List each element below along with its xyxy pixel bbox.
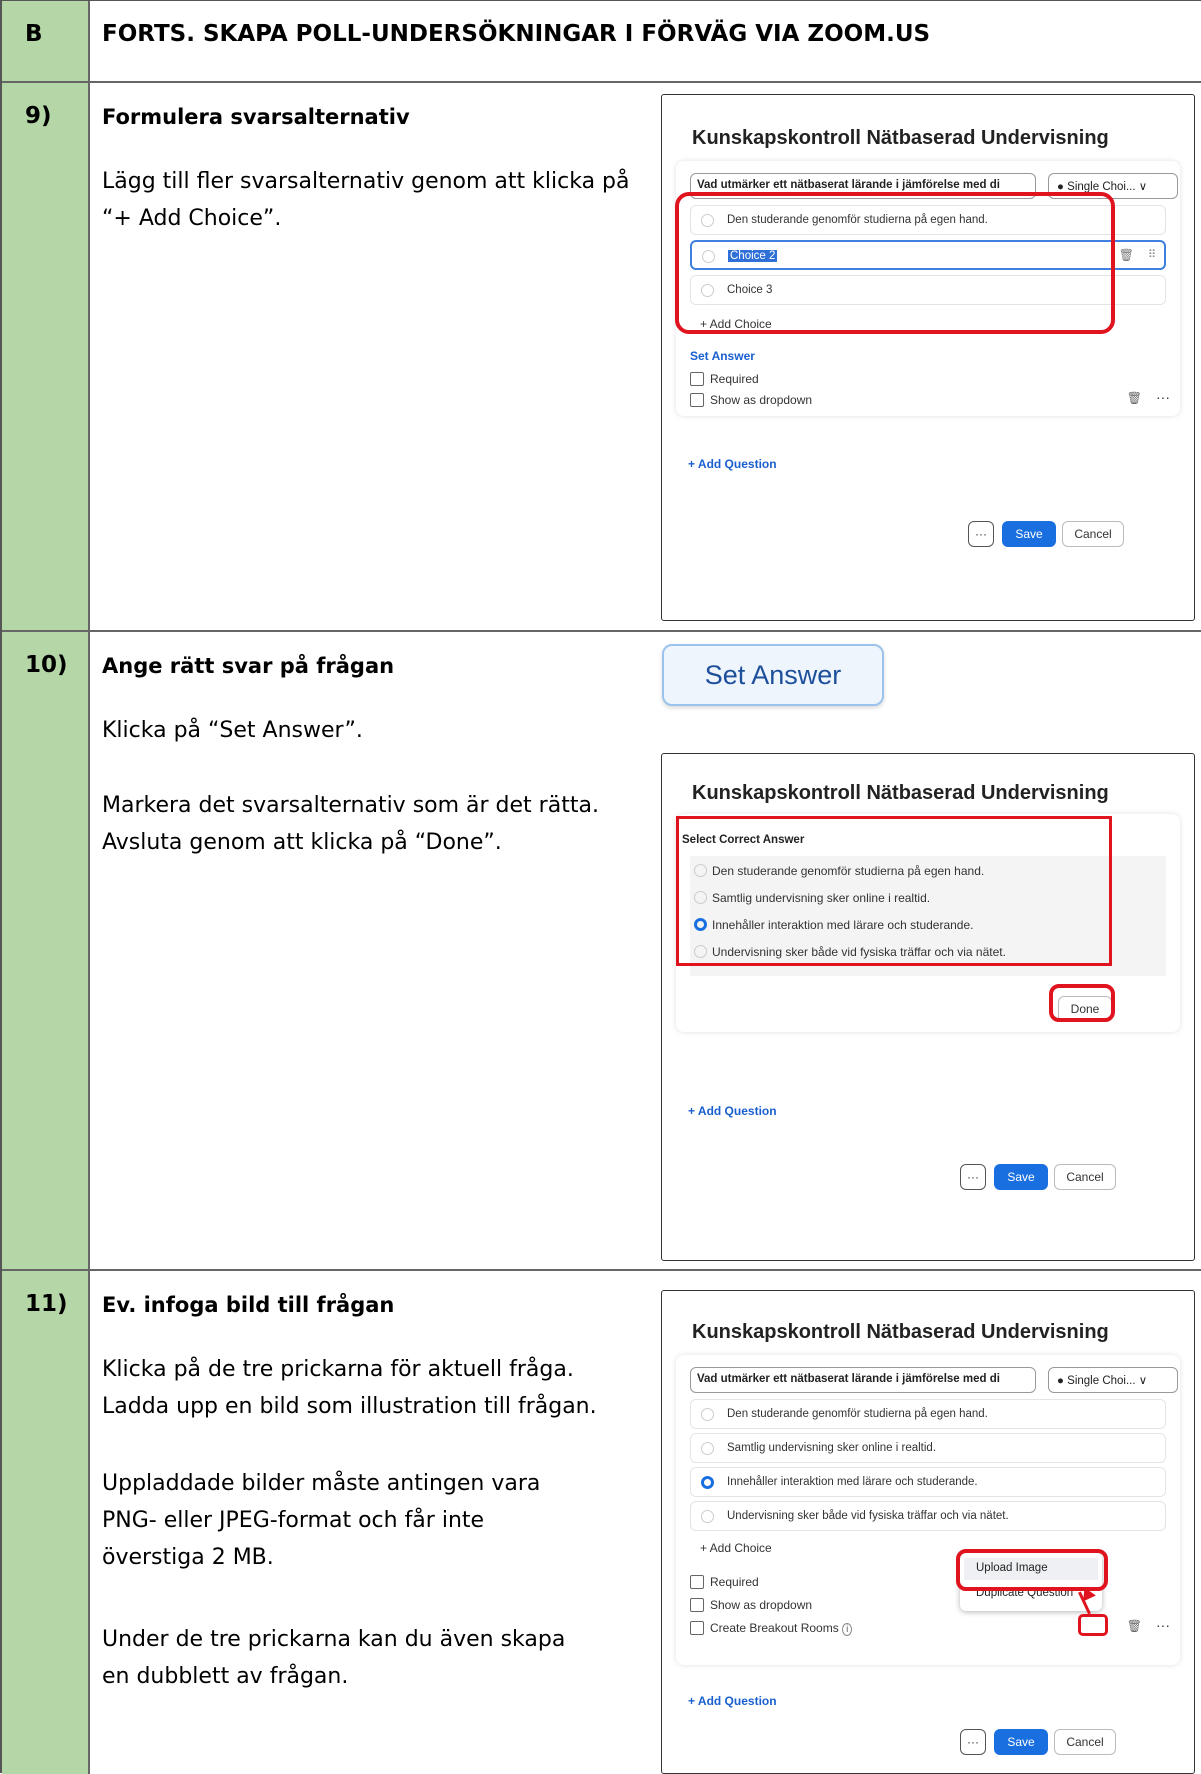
step-text-1: Klicka på de tre prickarna för aktuell f… bbox=[102, 1357, 597, 1419]
choice-3[interactable]: Innehåller interaktion med lärare och st… bbox=[690, 1467, 1166, 1497]
section-title: FORTS. SKAPA POLL-UNDERSÖKNINGAR I FÖRVÄ… bbox=[102, 21, 931, 47]
step-text-3: Under de tre prickarna kan du även skapa… bbox=[102, 1627, 566, 1689]
step-9-row: 9) Formulera svarsalternativ Lägg till f… bbox=[2, 83, 1201, 632]
choice-4[interactable]: Undervisning sker både vid fysiska träff… bbox=[690, 1501, 1166, 1531]
step-title: Ange rätt svar på frågan bbox=[102, 654, 395, 678]
screenshot-upload-image: Kunskapskontroll Nätbaserad Undervisning… bbox=[661, 1290, 1195, 1774]
more-options-icon[interactable]: ··· bbox=[1156, 1617, 1170, 1633]
step-number: 11) bbox=[25, 1291, 68, 1317]
cancel-button[interactable]: Cancel bbox=[1054, 1164, 1116, 1190]
step-text-2: Uppladdade bilder måste antingen vara PN… bbox=[102, 1471, 541, 1570]
required-checkbox[interactable]: Required bbox=[690, 1575, 759, 1589]
more-options-icon[interactable]: ··· bbox=[1156, 389, 1170, 405]
cancel-button[interactable]: Cancel bbox=[1054, 1729, 1116, 1755]
save-button[interactable]: Save bbox=[994, 1164, 1048, 1190]
trash-icon[interactable]: 🗑 bbox=[1127, 391, 1142, 405]
add-choice-button[interactable]: + Add Choice bbox=[700, 1541, 772, 1555]
step-10-row: 10) Ange rätt svar på frågan Klicka på “… bbox=[2, 632, 1201, 1271]
dots-highlight bbox=[1078, 1614, 1108, 1636]
add-question-link[interactable]: + Add Question bbox=[688, 1694, 777, 1708]
save-button[interactable]: Save bbox=[994, 1729, 1048, 1755]
set-answer-button-large[interactable]: Set Answer bbox=[705, 660, 842, 690]
poll-title: Kunskapskontroll Nätbaserad Undervisning bbox=[692, 1321, 1109, 1343]
step-number: 10) bbox=[25, 652, 68, 678]
choice-2[interactable]: Samtlig undervisning sker online i realt… bbox=[690, 1433, 1166, 1463]
step-number: 9) bbox=[25, 103, 52, 129]
document: B FORTS. SKAPA POLL-UNDERSÖKNINGAR I FÖR… bbox=[0, 0, 1201, 1774]
add-question-link[interactable]: + Add Question bbox=[688, 457, 777, 471]
screenshot-add-choice: Kunskapskontroll Nätbaserad Undervisning… bbox=[661, 94, 1195, 621]
drag-handle-icon[interactable]: ⠿ bbox=[1148, 248, 1156, 261]
dropdown-checkbox[interactable]: Show as dropdown bbox=[690, 1598, 812, 1612]
step-text-2: Markera det svarsalternativ som är det r… bbox=[102, 793, 599, 855]
more-button[interactable]: ··· bbox=[968, 521, 994, 547]
highlight-box bbox=[675, 192, 1115, 334]
highlight-box bbox=[676, 816, 1112, 966]
set-answer-link[interactable]: Set Answer bbox=[690, 349, 755, 363]
save-button[interactable]: Save bbox=[1002, 521, 1056, 547]
more-button[interactable]: ··· bbox=[960, 1729, 986, 1755]
question-input[interactable]: Vad utmärker ett nätbaserat lärande i jä… bbox=[690, 1367, 1036, 1393]
header-col-a bbox=[2, 1, 90, 81]
screenshot-set-answer: Kunskapskontroll Nätbaserad Undervisning… bbox=[661, 753, 1195, 1261]
step-text-1: Klicka på “Set Answer”. bbox=[102, 718, 363, 743]
poll-title: Kunskapskontroll Nätbaserad Undervisning bbox=[692, 782, 1109, 804]
required-checkbox[interactable]: Required bbox=[690, 372, 759, 386]
trash-icon[interactable]: 🗑 bbox=[1119, 248, 1134, 262]
more-button[interactable]: ··· bbox=[960, 1164, 986, 1190]
section-letter: B bbox=[25, 21, 43, 47]
poll-title: Kunskapskontroll Nätbaserad Undervisning bbox=[692, 127, 1109, 149]
done-highlight bbox=[1049, 984, 1115, 1022]
dropdown-checkbox[interactable]: Show as dropdown bbox=[690, 393, 812, 407]
trash-icon[interactable]: 🗑 bbox=[1127, 1619, 1142, 1633]
step-text: Lägg till fler svarsalternativ genom att… bbox=[102, 169, 630, 231]
set-answer-zoom: Set Answer bbox=[662, 644, 884, 706]
choice-1[interactable]: Den studerande genomför studierna på ege… bbox=[690, 1399, 1166, 1429]
upload-highlight bbox=[956, 1549, 1108, 1591]
header-row: B FORTS. SKAPA POLL-UNDERSÖKNINGAR I FÖR… bbox=[2, 1, 1201, 83]
step-title: Formulera svarsalternativ bbox=[102, 105, 410, 129]
step-title: Ev. infoga bild till frågan bbox=[102, 1293, 395, 1317]
question-type-select[interactable]: ● Single Choi... ∨ bbox=[1048, 1367, 1178, 1393]
step-11-row: 11) Ev. infoga bild till frågan Klicka p… bbox=[2, 1271, 1201, 1774]
info-icon: i bbox=[842, 1623, 853, 1636]
cancel-button[interactable]: Cancel bbox=[1062, 521, 1124, 547]
breakout-checkbox[interactable]: Create Breakout Rooms i bbox=[690, 1621, 853, 1636]
add-question-link[interactable]: + Add Question bbox=[688, 1104, 777, 1118]
